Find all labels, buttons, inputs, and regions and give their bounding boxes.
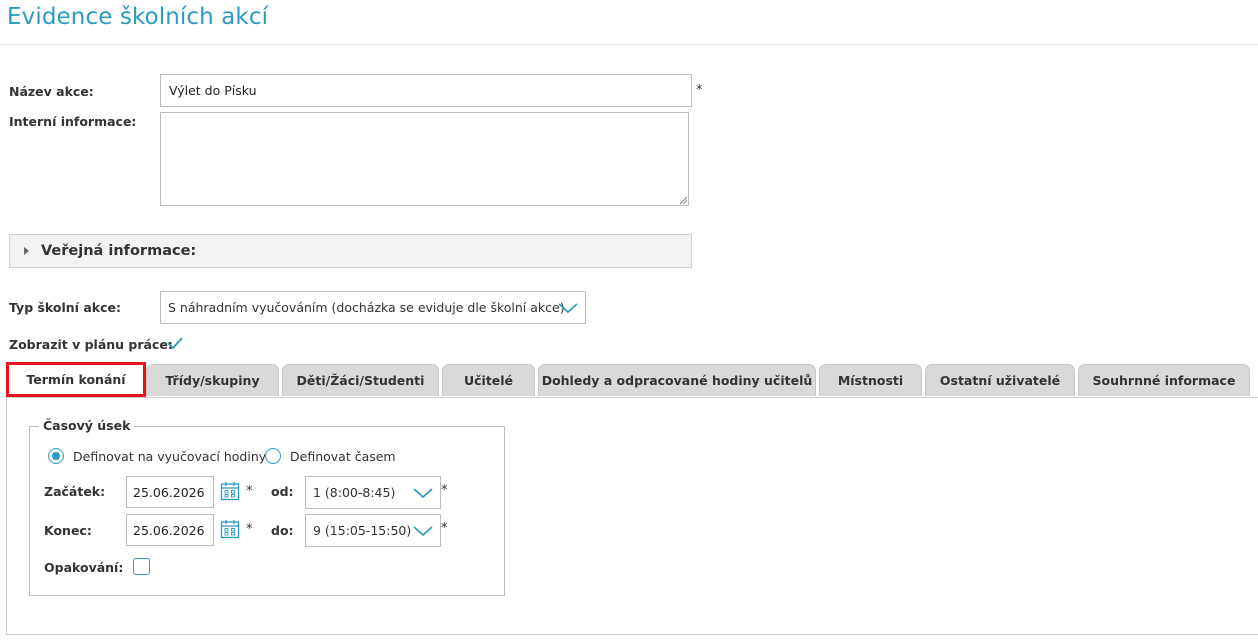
tab-souhrnne-informace[interactable]: Souhrnné informace: [1078, 364, 1250, 396]
page-title: Evidence školních akcí: [7, 4, 269, 30]
calendar-icon[interactable]: [220, 481, 240, 501]
event-type-select[interactable]: S náhradním vyučováním (docházka se evid…: [160, 291, 586, 324]
required-mark: *: [441, 483, 448, 498]
tab-dohledy[interactable]: Dohledy a odpracované hodiny učitelů: [538, 364, 816, 396]
required-mark: *: [441, 521, 448, 536]
to-label: do:: [271, 523, 294, 538]
to-lesson-value: 9 (15:05-15:50): [313, 523, 412, 538]
end-label: Konec:: [44, 523, 92, 538]
public-info-title: Veřejná informace:: [41, 243, 197, 259]
name-label: Název akce:: [9, 84, 94, 99]
public-info-panel[interactable]: Veřejná informace:: [9, 234, 692, 268]
required-mark: *: [246, 484, 253, 499]
required-mark: *: [696, 83, 703, 98]
tab-termin-konani[interactable]: Termín konání: [6, 362, 146, 397]
checkmark-icon[interactable]: [167, 336, 183, 350]
radio-selected-dot: [52, 452, 60, 460]
radio-time-label[interactable]: Definovat časem: [290, 449, 396, 464]
radio-lessons-label[interactable]: Definovat na vyučovací hodiny: [73, 449, 266, 464]
event-type-label: Typ školní akce:: [9, 300, 121, 315]
internal-info-label: Interní informace:: [9, 114, 137, 129]
from-label: od:: [271, 484, 294, 499]
expand-triangle-icon: [24, 247, 29, 255]
chevron-down-icon: [413, 525, 433, 536]
tab-tridy-skupiny[interactable]: Třídy/skupiny: [146, 364, 279, 396]
repeat-label: Opakování:: [44, 560, 124, 575]
page-header: Evidence školních akcí: [0, 0, 1258, 45]
name-input[interactable]: Výlet do Písku: [160, 74, 692, 107]
start-date-input[interactable]: 25.06.2026: [126, 476, 214, 508]
tab-ucitele[interactable]: Učitelé: [442, 364, 535, 396]
from-lesson-select[interactable]: 1 (8:00-8:45): [305, 476, 441, 509]
chevron-down-icon: [413, 487, 433, 498]
required-mark: *: [246, 522, 253, 537]
event-type-value: S náhradním vyučováním (docházka se evid…: [168, 300, 565, 315]
tab-mistnosti[interactable]: Místnosti: [819, 364, 922, 396]
to-lesson-select[interactable]: 9 (15:05-15:50): [305, 514, 441, 547]
end-date-input[interactable]: 25.06.2026: [126, 514, 214, 546]
radio-lessons[interactable]: [48, 448, 64, 464]
tab-deti-zaci-studenti[interactable]: Děti/Žáci/Studenti: [282, 364, 439, 396]
time-section-legend: Časový úsek: [39, 418, 135, 433]
calendar-icon[interactable]: [220, 519, 240, 539]
tab-bar: Termín konání Třídy/skupiny Děti/Žáci/St…: [0, 362, 1258, 398]
tab-ostatni-uzivatele[interactable]: Ostatní uživatelé: [925, 364, 1075, 396]
resize-grip-icon[interactable]: [679, 196, 687, 204]
start-label: Začátek:: [44, 484, 106, 499]
show-in-plan-label: Zobrazit v plánu práce:: [9, 337, 173, 352]
chevron-down-icon: [558, 302, 578, 313]
repeat-checkbox[interactable]: [133, 558, 150, 575]
internal-info-textarea[interactable]: [160, 112, 689, 206]
radio-time[interactable]: [265, 448, 281, 464]
from-lesson-value: 1 (8:00-8:45): [313, 485, 396, 500]
